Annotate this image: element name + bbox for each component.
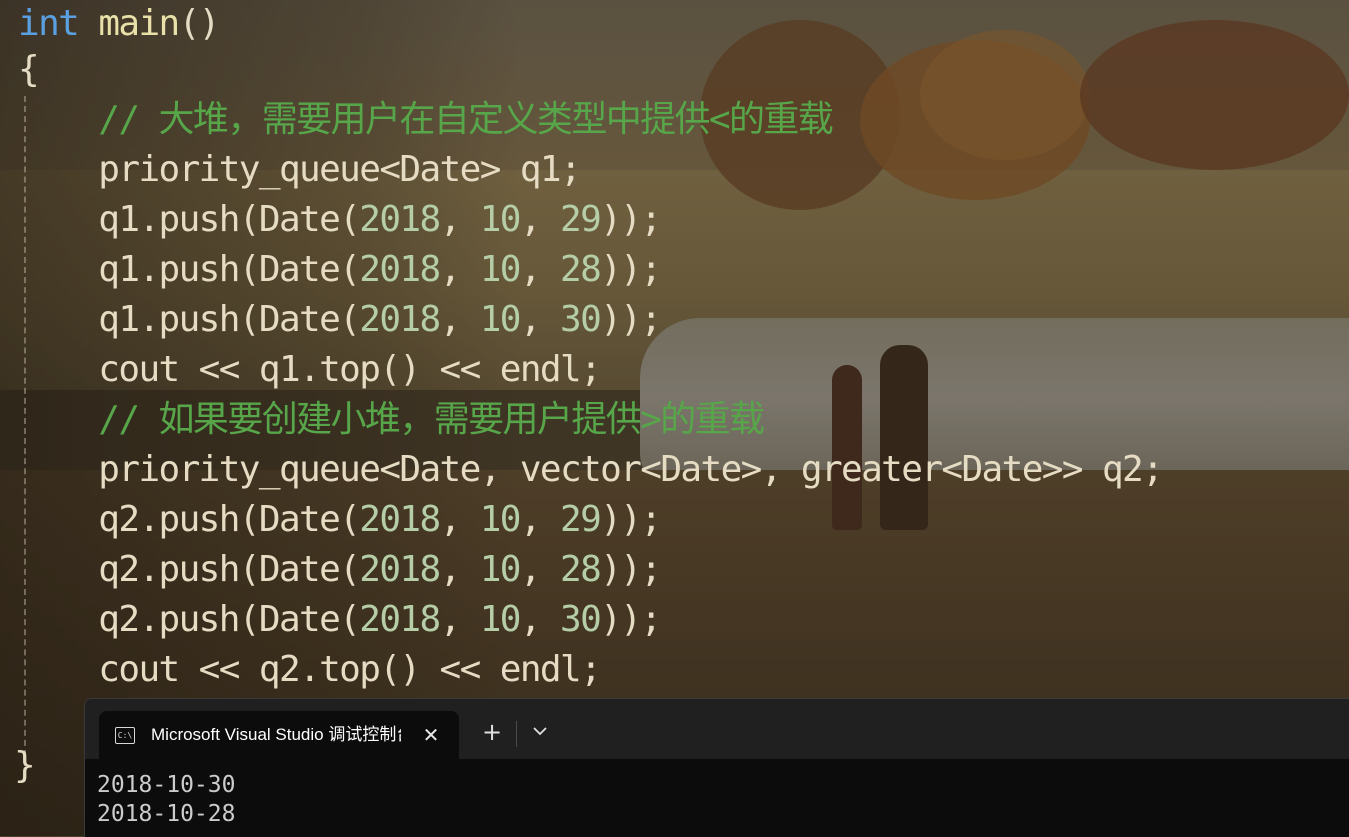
number-token: 2018 <box>359 249 441 290</box>
function-token: main <box>98 3 180 44</box>
terminal-icon: C:\ <box>115 727 135 744</box>
code-token: () <box>178 3 221 44</box>
code-line[interactable]: priority_queue<Date> q1; <box>18 146 581 194</box>
number-token: 2018 <box>359 549 441 590</box>
comment-token: // 大堆，需要用户在自定义类型中提供<的重载 <box>98 99 834 140</box>
number-token: 2018 <box>359 199 441 240</box>
code-token: q1.push(Date( <box>18 299 361 340</box>
code-token: , <box>519 249 561 290</box>
code-line[interactable]: { <box>18 46 40 94</box>
code-line[interactable]: int main() <box>18 0 221 48</box>
code-token: , <box>439 199 480 240</box>
terminal-window[interactable]: C:\ Microsoft Visual Studio 调试控制台 ✕ + 20… <box>84 698 1349 837</box>
code-token: { <box>18 49 40 90</box>
code-token: q1.push(Date( <box>18 199 361 240</box>
close-icon[interactable]: ✕ <box>417 721 445 749</box>
code-token: q1.push(Date( <box>18 249 361 290</box>
code-line[interactable]: q2.push(Date(2018, 10, 29)); <box>18 496 662 544</box>
code-line[interactable]: // 大堆，需要用户在自定义类型中提供<的重载 <box>18 96 834 144</box>
code-token: , <box>519 599 561 640</box>
code-line[interactable]: cout << q1.top() << endl; <box>18 346 601 394</box>
code-token: q2.push(Date( <box>18 549 361 590</box>
code-line[interactable]: q2.push(Date(2018, 10, 30)); <box>18 596 662 644</box>
code-token: q2.push(Date( <box>18 499 361 540</box>
code-token: , <box>439 599 480 640</box>
keyword-token: int <box>18 3 80 44</box>
terminal-tab-title: Microsoft Visual Studio 调试控制台 <box>151 725 401 744</box>
number-token: 29 <box>560 199 602 240</box>
code-line[interactable]: // 如果要创建小堆，需要用户提供>的重载 <box>18 396 765 444</box>
code-token: priority_queue<Date> q1; <box>18 149 581 190</box>
number-token: 10 <box>479 199 522 240</box>
number-token: 2018 <box>359 299 441 340</box>
code-token: cout << q1.top() << endl; <box>18 349 601 390</box>
output-line: 2018-10-30 <box>97 772 236 798</box>
terminal-output: 2018-10-30 2018-10-28 <box>97 771 235 829</box>
code-token: , <box>439 549 480 590</box>
code-token: )); <box>600 599 662 640</box>
number-token: 2018 <box>359 499 441 540</box>
number-token: 28 <box>560 549 602 590</box>
number-token: 30 <box>560 599 602 640</box>
code-token: )); <box>600 249 662 290</box>
code-line[interactable]: q1.push(Date(2018, 10, 29)); <box>18 196 662 244</box>
code-token: priority_queue<Date, vector<Date>, great… <box>18 449 1164 490</box>
code-token: , <box>439 499 480 540</box>
code-line[interactable]: q1.push(Date(2018, 10, 30)); <box>18 296 662 344</box>
number-token: 29 <box>560 499 602 540</box>
code-token: , <box>519 549 561 590</box>
new-tab-button[interactable]: + <box>477 717 507 747</box>
code-token: , <box>519 199 561 240</box>
output-line: 2018-10-28 <box>97 801 236 827</box>
code-token: )); <box>600 499 662 540</box>
code-token: , <box>519 299 561 340</box>
number-token: 30 <box>560 299 602 340</box>
code-token: , <box>519 499 561 540</box>
code-token: , <box>439 299 480 340</box>
code-token: )); <box>600 199 662 240</box>
code-line[interactable]: q1.push(Date(2018, 10, 28)); <box>18 246 662 294</box>
number-token: 10 <box>479 549 522 590</box>
closing-brace: } <box>14 745 36 786</box>
comment-token: // 如果要创建小堆，需要用户提供>的重载 <box>98 399 765 440</box>
number-token: 28 <box>560 249 602 290</box>
code-line[interactable]: cout << q2.top() << endl; <box>18 646 601 694</box>
chevron-down-icon[interactable] <box>525 717 555 747</box>
code-line[interactable]: q2.push(Date(2018, 10, 28)); <box>18 546 662 594</box>
terminal-tab[interactable]: C:\ Microsoft Visual Studio 调试控制台 ✕ <box>99 711 459 759</box>
number-token: 10 <box>479 599 522 640</box>
code-token: )); <box>600 299 662 340</box>
tab-separator <box>516 721 517 747</box>
code-token: , <box>439 249 480 290</box>
terminal-tab-bar: C:\ Microsoft Visual Studio 调试控制台 ✕ + <box>85 699 1349 759</box>
number-token: 10 <box>479 249 522 290</box>
code-token: cout << q2.top() << endl; <box>18 649 601 690</box>
code-editor[interactable]: int main(){ // 大堆，需要用户在自定义类型中提供<的重载 prio… <box>0 0 1349 786</box>
code-line[interactable]: priority_queue<Date, vector<Date>, great… <box>18 446 1164 494</box>
code-token: )); <box>600 549 662 590</box>
number-token: 2018 <box>359 599 441 640</box>
code-token: q2.push(Date( <box>18 599 361 640</box>
number-token: 10 <box>479 299 522 340</box>
number-token: 10 <box>479 499 522 540</box>
